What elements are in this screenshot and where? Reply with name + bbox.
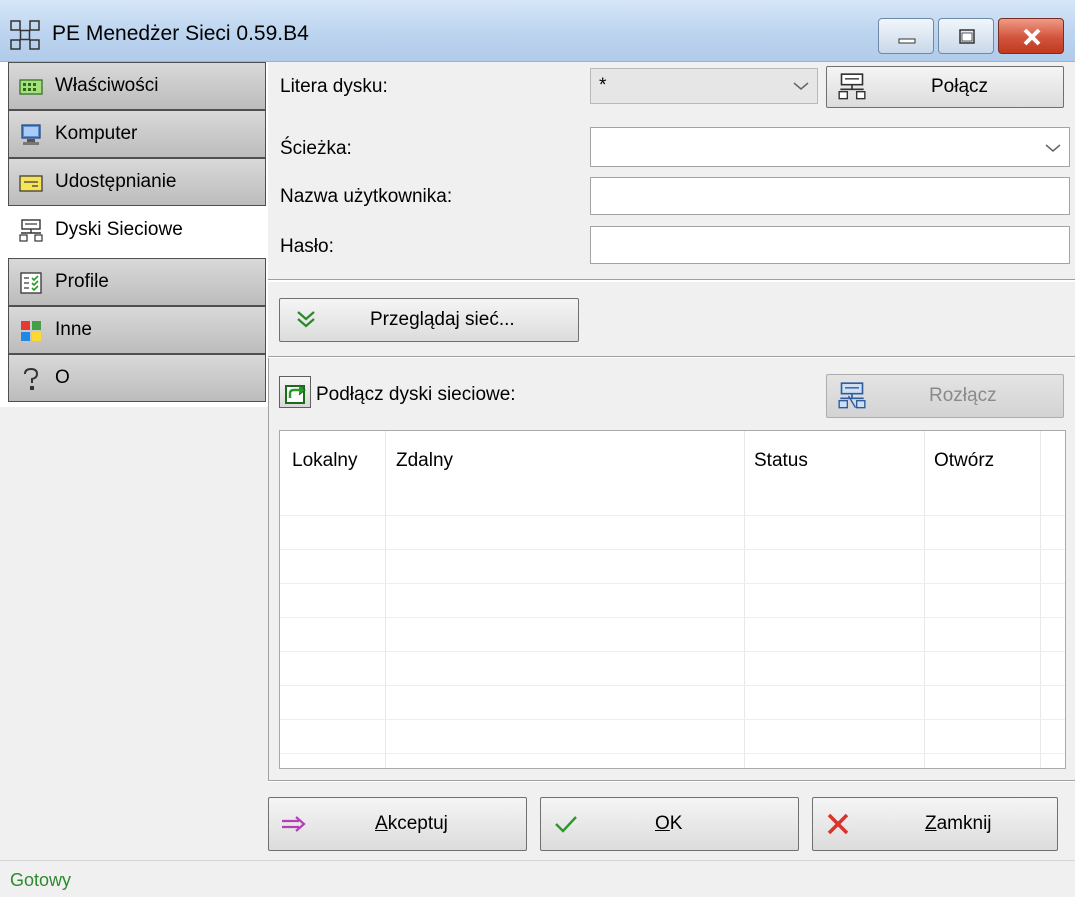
username-label: Nazwa użytkownika: (280, 186, 453, 207)
password-label: Hasło: (280, 236, 334, 257)
sidebar-item-about[interactable]: O (8, 354, 266, 402)
network-drive-icon (838, 73, 866, 100)
sidebar-item-profiles[interactable]: Profile (8, 258, 266, 306)
window-title: PE Menedżer Sieci 0.59.B4 (52, 22, 309, 45)
double-chevron-down-icon (297, 311, 315, 328)
connect-button-label: Połącz (931, 76, 989, 97)
sidebar-item-label: O (55, 367, 70, 388)
accept-accelerator: A (375, 813, 388, 834)
other-icon (21, 321, 41, 341)
path-label: Ścieżka: (280, 138, 352, 159)
browse-network-button[interactable]: Przeglądaj sieć... (279, 298, 579, 342)
column-separator (1040, 431, 1041, 768)
column-header-open[interactable]: Otwórz (934, 450, 994, 472)
row-gridline (280, 617, 1065, 618)
app-network-icon (10, 20, 40, 50)
properties-icon (19, 79, 43, 95)
sidebar-item-sharing[interactable]: Udostępnianie (8, 158, 266, 206)
path-select[interactable] (590, 127, 1070, 167)
sidebar-item-label: Dyski Sieciowe (55, 219, 183, 240)
accept-button-label: Akceptuj (375, 813, 448, 835)
close-window-button[interactable] (998, 18, 1064, 54)
maximize-button[interactable] (938, 18, 994, 54)
sidebar: Właściwości Komputer Udostępnianie Dyski… (8, 62, 268, 440)
maximize-icon (959, 29, 975, 44)
column-header-local[interactable]: Lokalny (292, 450, 358, 472)
column-separator (385, 431, 386, 768)
list-header: Lokalny Zdalny Status Otwórz (280, 431, 1065, 491)
question-icon (24, 367, 39, 390)
ok-accelerator: O (655, 813, 670, 834)
username-input[interactable] (590, 177, 1070, 215)
export-arrow-icon (285, 384, 306, 404)
chevron-down-icon (1045, 144, 1061, 152)
map-drives-button[interactable] (279, 376, 311, 408)
mapped-drives-label: Podłącz dyski sieciowe: (316, 384, 516, 405)
check-icon (555, 816, 577, 833)
password-input[interactable] (590, 226, 1070, 264)
row-gridline (280, 515, 1065, 516)
close-icon (1023, 28, 1041, 46)
title-bar[interactable]: PE Menedżer Sieci 0.59.B4 (0, 0, 1075, 62)
column-header-status[interactable]: Status (754, 450, 808, 472)
drive-letter-value: * (599, 75, 607, 96)
sidebar-empty-area (0, 407, 268, 860)
status-bar: Gotowy (0, 860, 1075, 897)
row-gridline (280, 583, 1065, 584)
disconnect-button-label: Rozłącz (929, 385, 997, 406)
accept-label-rest: kceptuj (387, 813, 448, 834)
arrow-right-icon (282, 816, 306, 832)
column-header-remote[interactable]: Zdalny (396, 450, 453, 472)
red-x-icon (827, 813, 849, 835)
chevron-down-icon (793, 82, 809, 90)
drive-letter-label: Litera dysku: (280, 76, 388, 97)
sidebar-item-label: Udostępnianie (55, 171, 177, 192)
network-drive-icon (19, 219, 43, 242)
row-gridline (280, 549, 1065, 550)
close-label-rest: amknij (936, 813, 992, 834)
sidebar-item-label: Właściwości (55, 75, 159, 96)
sidebar-item-label: Profile (55, 271, 109, 292)
sidebar-item-computer[interactable]: Komputer (8, 110, 266, 158)
close-button[interactable]: Zamknij (812, 797, 1058, 851)
ok-label-rest: K (669, 813, 683, 834)
sidebar-item-network-drives[interactable]: Dyski Sieciowe (8, 206, 266, 254)
browse-network-label: Przeglądaj sieć... (370, 309, 515, 330)
status-text: Gotowy (10, 870, 72, 890)
column-separator (744, 431, 745, 768)
sidebar-item-other[interactable]: Inne (8, 306, 266, 354)
column-separator (924, 431, 925, 768)
computer-icon (21, 124, 41, 145)
row-gridline (280, 753, 1065, 754)
ok-button-label: OK (655, 813, 682, 835)
accept-button[interactable]: Akceptuj (268, 797, 527, 851)
close-button-label: Zamknij (925, 813, 992, 835)
divider (268, 279, 1075, 281)
share-icon (19, 175, 43, 192)
disconnect-button[interactable]: Rozłącz (826, 374, 1064, 418)
row-gridline (280, 651, 1065, 652)
sidebar-item-label: Inne (55, 319, 92, 340)
ok-button[interactable]: OK (540, 797, 799, 851)
mapped-drives-list[interactable]: Lokalny Zdalny Status Otwórz (279, 430, 1066, 769)
row-gridline (280, 685, 1065, 686)
sidebar-item-label: Komputer (55, 123, 138, 144)
minimize-button[interactable] (878, 18, 934, 54)
sidebar-item-properties[interactable]: Właściwości (8, 62, 266, 110)
row-gridline (280, 719, 1065, 720)
connect-button[interactable]: Połącz (826, 66, 1064, 108)
profile-icon (20, 272, 42, 294)
drive-letter-select[interactable]: * (590, 68, 818, 104)
close-accelerator: Z (925, 813, 937, 834)
minimize-icon (898, 38, 916, 44)
network-disconnect-icon (838, 382, 866, 409)
